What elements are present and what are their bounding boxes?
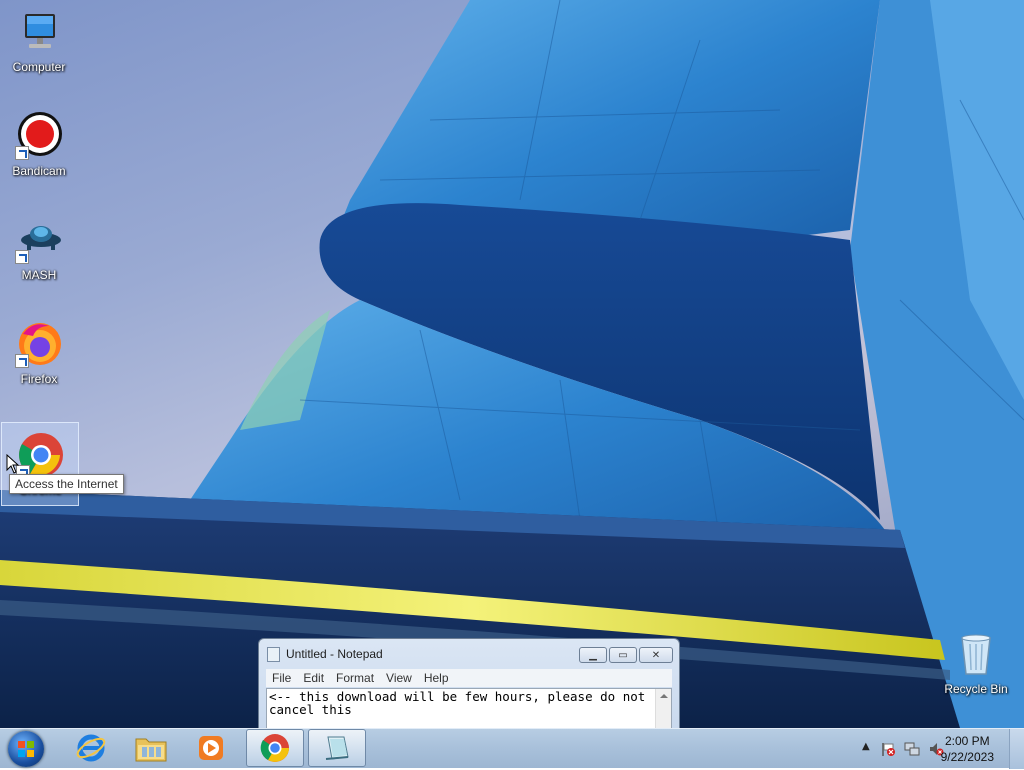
menu-edit[interactable]: Edit <box>303 671 332 685</box>
menu-help[interactable]: Help <box>424 671 457 685</box>
text-area[interactable]: <-- this download will be few hours, ple… <box>266 688 672 728</box>
desktop-icon-label: Recycle Bin <box>944 682 1008 696</box>
show-hidden-icons-icon[interactable]: ▲ <box>862 741 870 752</box>
minimize-button[interactable]: ▁ <box>579 647 607 663</box>
taskbar-notepad[interactable] <box>308 729 366 767</box>
mash-icon <box>15 216 63 264</box>
file-explorer-icon <box>135 738 167 762</box>
taskbar-internet-explorer[interactable] <box>62 729 120 767</box>
desktop-icon-bandicam[interactable]: Bandicam <box>2 104 76 188</box>
show-desktop-button[interactable] <box>1009 729 1024 769</box>
firefox-icon <box>15 320 63 368</box>
document-text[interactable]: <-- this download will be few hours, ple… <box>269 690 654 716</box>
tooltip: Access the Internet <box>9 474 124 494</box>
system-tray: ▲ 2:00 PM 9/22/2023 <box>834 729 1024 769</box>
clock-date: 9/22/2023 <box>940 750 994 764</box>
desktop-icon-label: Computer <box>12 60 66 74</box>
network-icon[interactable] <box>904 741 920 757</box>
maximize-icon: ▭ <box>618 649 628 661</box>
vertical-scrollbar[interactable] <box>655 689 671 728</box>
taskbar-file-explorer[interactable] <box>122 729 180 767</box>
menu-view[interactable]: View <box>386 671 420 685</box>
desktop-icon-firefox[interactable]: Firefox <box>2 312 76 396</box>
recycle-bin-icon <box>952 630 1000 678</box>
media-player-icon <box>199 736 223 760</box>
desktop-icon-label: Firefox <box>20 372 58 386</box>
notepad-icon <box>267 646 280 662</box>
notepad-window[interactable]: Untitled - Notepad ▁ ▭ ✕ File Edit Forma… <box>258 638 680 728</box>
menu-format[interactable]: Format <box>336 671 382 685</box>
taskbar: ▲ 2:00 PM 9/22/2023 <box>0 728 1024 769</box>
minimize-icon: ▁ <box>589 649 597 661</box>
desktop-icon-recycle-bin[interactable]: Recycle Bin <box>942 622 1010 706</box>
menu-file[interactable]: File <box>272 671 299 685</box>
start-button[interactable] <box>8 731 44 767</box>
desktop: Computer Bandicam MASH Firefox Access th… <box>0 0 1024 728</box>
chrome-icon <box>260 734 289 762</box>
close-button[interactable]: ✕ <box>639 647 673 663</box>
clock-time: 2:00 PM <box>944 734 990 748</box>
window-title: Untitled - Notepad <box>286 647 383 661</box>
close-icon: ✕ <box>651 649 661 661</box>
taskbar-media-player[interactable] <box>182 729 240 767</box>
desktop-icon-label: MASH <box>21 268 57 282</box>
maximize-button[interactable]: ▭ <box>609 647 637 663</box>
bandicam-icon <box>15 112 63 160</box>
desktop-icon-computer[interactable]: Computer <box>2 0 76 84</box>
computer-icon <box>15 8 63 56</box>
menu-bar: File Edit Format View Help <box>266 669 672 687</box>
windows-logo-icon <box>18 741 34 757</box>
internet-explorer-icon <box>76 734 106 762</box>
window-controls: ▁ ▭ ✕ <box>579 647 673 663</box>
shortcut-arrow-icon <box>15 146 29 160</box>
mouse-cursor-icon <box>6 454 20 474</box>
desktop-icon-mash[interactable]: MASH <box>2 208 76 292</box>
shortcut-arrow-icon <box>15 250 29 264</box>
action-center-flag-icon[interactable] <box>880 741 896 757</box>
shortcut-arrow-icon <box>15 354 29 368</box>
taskbar-chrome[interactable] <box>246 729 304 767</box>
wallpaper <box>0 0 1024 728</box>
clock[interactable]: 2:00 PM 9/22/2023 <box>941 733 994 765</box>
chrome-icon <box>16 431 64 479</box>
notepad-icon <box>325 736 349 760</box>
desktop-icon-label: Bandicam <box>12 164 66 178</box>
